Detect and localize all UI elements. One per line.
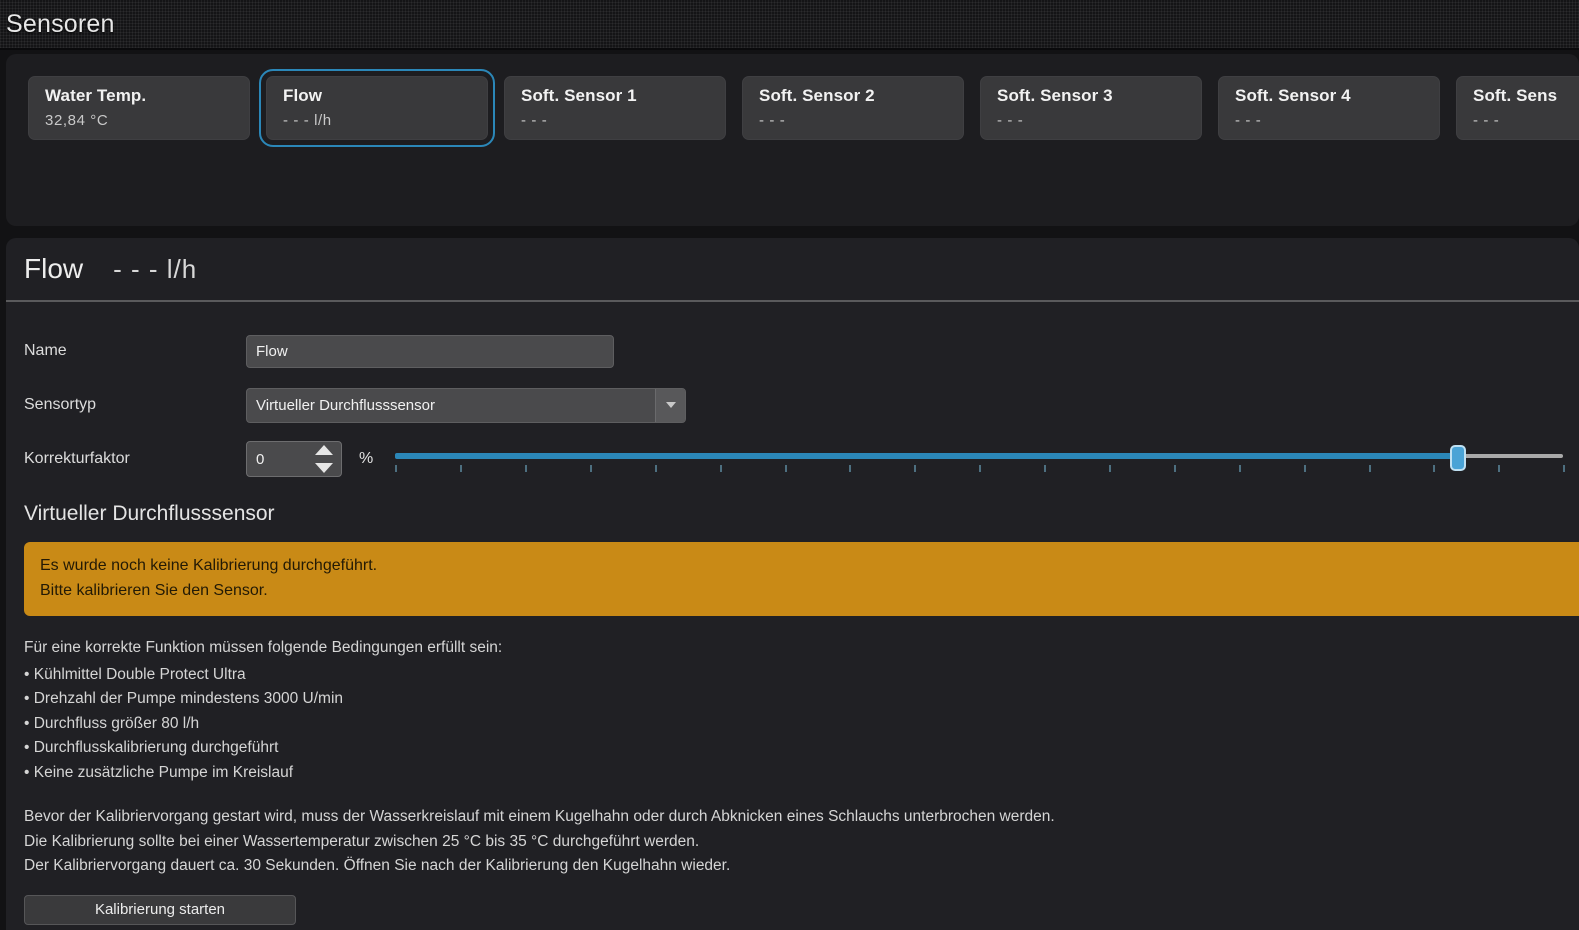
conditions-intro: Für eine korrekte Funktion müssen folgen… — [24, 639, 503, 656]
name-label: Name — [24, 342, 67, 359]
slider-tick — [1433, 465, 1436, 472]
form-row-korrekturfaktor: Korrekturfaktor 0 % — [24, 432, 1579, 486]
korrekturfaktor-slider[interactable] — [395, 441, 1566, 477]
slider-tick — [460, 465, 463, 472]
slider-tick — [784, 465, 787, 472]
sensor-tab-value: - - - — [1235, 112, 1262, 129]
slider-tick — [1109, 465, 1111, 472]
slider-tick — [1498, 465, 1501, 472]
detail-title: Flow — [24, 253, 84, 284]
sensor-tab-value: - - - — [759, 112, 786, 129]
condition-item: Drehzahl der Pumpe mindestens 3000 U/min — [24, 687, 1579, 712]
condition-item: Kühlmittel Double Protect Ultra — [24, 663, 1579, 688]
sensortyp-selected-value: Virtueller Durchflusssensor — [256, 396, 435, 414]
form-row-sensortyp: Sensortyp Virtueller Durchflusssensor — [24, 378, 1579, 432]
chevron-down-icon[interactable] — [655, 388, 685, 422]
sensor-detail-panel: Flow - - - l/h Name Sensortyp Virtueller… — [6, 238, 1579, 930]
slider-tick — [849, 465, 852, 472]
stepper-up-icon[interactable] — [315, 445, 333, 455]
sensor-tab-1[interactable]: Flow - - - l/h — [259, 69, 495, 147]
slider-tick — [589, 465, 592, 472]
paragraph-line: Der Kalibriervorgang dauert ca. 30 Sekun… — [24, 857, 731, 874]
sensor-tab-0[interactable]: Water Temp. 32,84 °C — [28, 76, 250, 140]
sensor-tab-name: Water Temp. — [45, 86, 147, 105]
percent-unit-label: % — [359, 450, 374, 467]
sensor-tab-panel: Water Temp. 32,84 °C Flow - - - l/h Soft. Se… — [6, 54, 1579, 226]
sensor-form: Name Sensortyp Virtueller Durchflusssens… — [6, 302, 1579, 486]
sensor-tab-3[interactable]: Soft. Sensor 2 - - - — [742, 76, 964, 140]
conditions-list: Kühlmittel Double Protect UltraDrehzahl … — [24, 663, 1579, 786]
title-bar-divider — [0, 48, 1579, 50]
slider-tick — [1563, 465, 1566, 472]
stepper-buttons[interactable] — [315, 445, 333, 473]
sensortyp-label: Sensortyp — [24, 396, 97, 413]
slider-tick — [395, 465, 398, 472]
form-row-name: Name — [24, 324, 1579, 378]
sensor-tab-name: Soft. Sensor 1 — [521, 86, 637, 105]
slider-tick — [1044, 465, 1047, 472]
name-input[interactable] — [246, 334, 614, 368]
calibration-warning-banner: Es wurde noch keine Kalibrierung durchge… — [24, 542, 1579, 616]
sensortyp-select[interactable]: Virtueller Durchflusssensor — [246, 387, 686, 423]
banner-line-2: Bitte kalibrieren Sie den Sensor. — [40, 582, 268, 599]
sensor-tab-value: - - - — [1473, 112, 1500, 129]
paragraph-line: Bevor der Kalibriervorgang gestart wird,… — [24, 808, 1055, 825]
sensor-tab-name: Soft. Sensor 4 — [1235, 86, 1351, 105]
slider-tick — [1238, 465, 1241, 472]
slider-tick — [1303, 465, 1306, 472]
sensor-tab-name: Soft. Sensor 2 — [759, 86, 875, 105]
slider-tick — [979, 465, 982, 472]
condition-item: Keine zusätzliche Pumpe im Kreislauf — [24, 761, 1579, 786]
sensor-tab-strip: Water Temp. 32,84 °C Flow - - - l/h Soft. Se… — [28, 69, 1579, 147]
sensor-tab-value: - - - — [521, 112, 548, 129]
condition-item: Durchflusskalibrierung durchgeführt — [24, 736, 1579, 761]
app-root: Sensoren Water Temp. 32,84 °C Flow - - - l/… — [0, 0, 1579, 930]
sensor-tab-value: 32,84 °C — [45, 112, 109, 129]
korrekturfaktor-label: Korrekturfaktor — [24, 450, 130, 467]
korrekturfaktor-value: 0 — [256, 450, 265, 468]
paragraph-line: Die Kalibrierung sollte bei einer Wasser… — [24, 832, 700, 850]
slider-tick — [1368, 465, 1371, 472]
title-bar: Sensoren — [0, 0, 1579, 48]
sensor-tab-name: Soft. Sensor 3 — [997, 86, 1113, 105]
slider-tick — [1173, 465, 1176, 472]
slider-tick — [654, 465, 657, 472]
condition-item: Durchfluss größer 80 l/h — [24, 712, 1579, 737]
sensor-tab-value: - - - l/h — [283, 112, 332, 129]
stepper-down-icon[interactable] — [315, 463, 333, 473]
sensor-tab-name: Soft. Sens — [1473, 86, 1558, 105]
detail-value: - - - l/h — [113, 253, 198, 284]
section-title: Virtueller Durchflusssensor — [24, 502, 275, 525]
slider-ticks — [395, 465, 1566, 473]
korrekturfaktor-stepper[interactable]: 0 — [246, 441, 342, 477]
slider-fill — [395, 453, 1459, 459]
sensor-tab-name: Flow — [283, 86, 323, 105]
detail-header: Flow - - - l/h — [6, 238, 1579, 300]
slider-tick — [719, 465, 722, 472]
slider-track — [1458, 454, 1564, 458]
banner-line-1: Es wurde noch keine Kalibrierung durchge… — [40, 557, 378, 574]
sensor-tab-2[interactable]: Soft. Sensor 1 - - - — [504, 76, 726, 140]
instructions: Für eine korrekte Funktion müssen folgen… — [6, 616, 1579, 879]
calibration-paragraph: Bevor der Kalibriervorgang gestart wird,… — [24, 805, 1579, 879]
sensor-tab-4[interactable]: Soft. Sensor 3 - - - — [980, 76, 1202, 140]
slider-tick — [914, 465, 917, 472]
sensor-tab-6[interactable]: Soft. Sens - - - — [1456, 76, 1579, 140]
page-title: Sensoren — [6, 9, 115, 38]
sensor-tab-5[interactable]: Soft. Sensor 4 - - - — [1218, 76, 1440, 140]
sensor-tab-value: - - - — [997, 112, 1024, 129]
slider-tick — [525, 465, 527, 472]
start-calibration-button[interactable]: Kalibrierung starten — [24, 894, 296, 925]
